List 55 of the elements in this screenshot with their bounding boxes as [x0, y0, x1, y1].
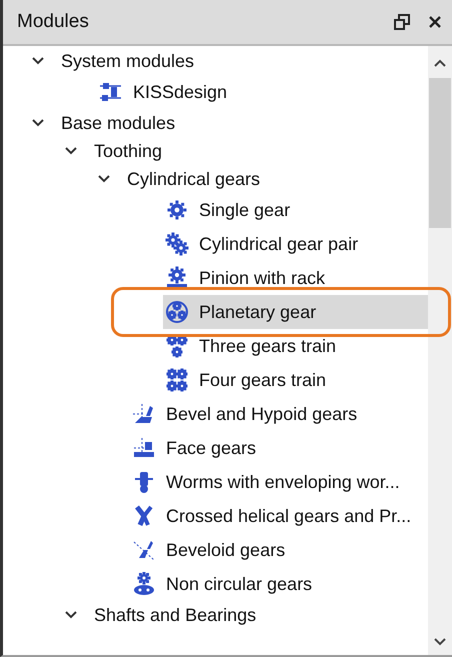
collapse-chevron-icon[interactable] — [64, 610, 78, 620]
tree-item-label: Face gears — [165, 436, 258, 460]
gear-icon — [165, 198, 189, 222]
tree-item[interactable]: Three gears train — [163, 329, 428, 363]
tree-item-label: Crossed helical gears and Pr... — [165, 504, 412, 528]
tree-item-label: Cylindrical gear pair — [198, 232, 360, 256]
scrollbar[interactable] — [428, 46, 452, 655]
scroll-down-icon[interactable] — [433, 637, 447, 647]
tree-item-label: Pinion with rack — [198, 266, 326, 290]
collapse-chevron-icon[interactable] — [31, 118, 45, 128]
tree-node[interactable]: Shafts and Bearings — [90, 600, 262, 630]
tree-item-label: Bevel and Hypoid gears — [165, 402, 358, 426]
scrollbar-thumb[interactable] — [429, 78, 451, 228]
tree-item-label: Non circular gears — [165, 572, 314, 596]
tree-item[interactable]: KISSdesign — [97, 75, 428, 109]
tree-item-label: Planetary gear — [198, 300, 318, 324]
tree-item[interactable]: Worms with enveloping wor... — [130, 465, 428, 499]
planetary-gear-icon — [165, 300, 189, 324]
tree-item[interactable]: Face gears — [130, 431, 428, 465]
pinion-rack-icon — [165, 266, 189, 290]
collapse-chevron-icon[interactable] — [31, 56, 45, 66]
panel-title: Modules — [17, 10, 89, 34]
float-window-icon[interactable] — [394, 14, 410, 30]
tree-node[interactable]: System modules — [57, 46, 200, 76]
close-icon[interactable] — [428, 15, 442, 29]
tree-item[interactable]: Pinion with rack — [163, 261, 428, 295]
collapse-chevron-icon[interactable] — [64, 146, 78, 156]
gear-train-icon — [165, 334, 189, 358]
bevel-gear-icon — [132, 402, 156, 426]
non-circular-gear-icon — [132, 572, 156, 596]
beveloid-gear-icon — [132, 538, 156, 562]
worm-gear-icon — [132, 470, 156, 494]
tree-item-label: Single gear — [198, 198, 292, 222]
tree-item-label: Beveloid gears — [165, 538, 286, 562]
tree-item[interactable]: Bevel and Hypoid gears — [130, 397, 428, 431]
tree-node[interactable]: Toothing — [90, 136, 168, 166]
tree-item[interactable]: Non circular gears — [130, 567, 428, 601]
tree-item[interactable]: Cylindrical gear pair — [163, 227, 428, 261]
tree-node[interactable]: Base modules — [57, 108, 182, 138]
gear-train-icon — [165, 368, 189, 392]
tree-item[interactable]: Four gears train — [163, 363, 428, 397]
collapse-chevron-icon[interactable] — [97, 174, 111, 184]
tree-item-label: Four gears train — [198, 368, 328, 392]
gear-pair-icon — [165, 232, 189, 256]
tree-item-label: Three gears train — [198, 334, 338, 358]
face-gear-icon — [132, 436, 156, 460]
tree-item-label: Worms with enveloping wor... — [165, 470, 401, 494]
scroll-up-icon[interactable] — [433, 58, 447, 68]
tree-item[interactable]: Planetary gear — [163, 295, 428, 329]
tree-item-label: KISSdesign — [132, 80, 228, 104]
tree-node[interactable]: Cylindrical gears — [123, 164, 266, 194]
modules-icon — [99, 80, 123, 104]
tree-item[interactable]: Beveloid gears — [130, 533, 428, 567]
tree-item[interactable]: Single gear — [163, 193, 428, 227]
tree-item[interactable]: Crossed helical gears and Pr... — [130, 499, 428, 533]
